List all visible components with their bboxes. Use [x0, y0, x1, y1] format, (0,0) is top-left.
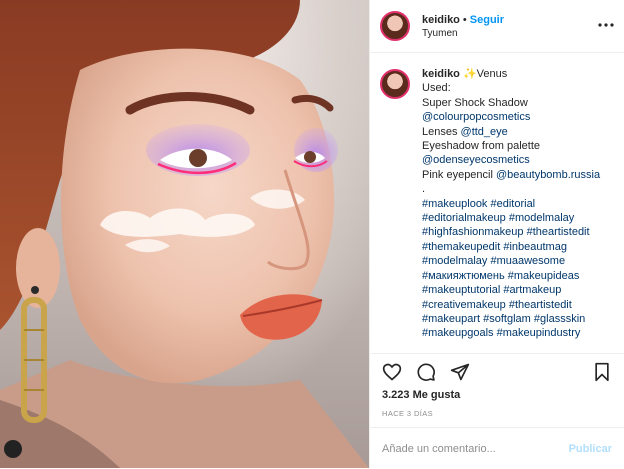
caption-body: keidiko ✨Venus Used: Super Shock Shadow … — [422, 67, 614, 341]
hashtag-line[interactable]: #themakeupedit #inbeautmag — [422, 240, 614, 254]
separator-dot: • — [462, 13, 467, 26]
share-icon[interactable] — [450, 362, 470, 382]
hashtag-line[interactable]: #highfashionmakeup #theartistedit — [422, 225, 614, 239]
publish-button[interactable]: Publicar — [569, 443, 612, 455]
comment-input[interactable]: Añade un comentario... — [382, 443, 569, 455]
caption-line: Lenses @ttd_eye — [422, 125, 508, 138]
caption-username[interactable]: keidiko — [422, 68, 460, 80]
follow-button[interactable]: Seguir — [470, 14, 504, 26]
caption-line: Used: — [422, 82, 451, 95]
mention-link[interactable]: @beautybomb.russia — [496, 169, 600, 181]
portrait-illustration — [0, 0, 369, 468]
hashtag-line[interactable]: #makeupart #softglam #glassskin — [422, 312, 614, 326]
comment-bar: Añade un comentario... Publicar — [370, 427, 624, 469]
hashtag-line[interactable]: #makeuptutorial #artmakeup — [422, 283, 614, 297]
caption: keidiko ✨Venus Used: Super Shock Shadow … — [370, 53, 624, 341]
hashtag-line[interactable]: #modelmalay #muaawesome — [422, 254, 614, 268]
mention-link[interactable]: @colourpopcosmetics — [422, 110, 614, 124]
caption-first-text: Venus — [476, 68, 508, 80]
post-photo[interactable] — [0, 0, 369, 468]
hashtag-line[interactable]: #creativemakeup #theartistedit — [422, 298, 614, 312]
caption-first-line: keidiko ✨Venus — [422, 67, 614, 81]
hashtag-line[interactable]: #editorialmakeup #modelmalay — [422, 211, 614, 225]
heart-icon[interactable] — [382, 362, 402, 382]
like-count[interactable]: 3.223 Me gusta — [382, 389, 460, 401]
sparkle-icon: ✨ — [462, 68, 477, 80]
header-names: keidiko • Seguir Tyumen — [422, 12, 504, 41]
caption-line: Super Shock Shadow — [422, 96, 528, 109]
caption-avatar[interactable] — [380, 69, 410, 99]
mention-link[interactable]: @ttd_eye — [461, 126, 508, 138]
post-timestamp[interactable]: HACE 3 DÍAS — [382, 409, 433, 418]
caption-line: Eyeshadow from palette — [422, 140, 541, 153]
tag-people-icon[interactable] — [4, 440, 22, 458]
more-icon[interactable] — [595, 14, 617, 36]
post-header: keidiko • Seguir Tyumen — [370, 0, 624, 53]
hashtag-line[interactable]: #makeuplook #editorial — [422, 197, 614, 211]
action-bar — [370, 353, 624, 390]
hashtag-line[interactable]: #макияжтюмень #makeupideas — [422, 269, 614, 283]
comment-icon[interactable] — [416, 362, 436, 382]
username-link[interactable]: keidiko — [422, 14, 460, 26]
caption-line: . — [422, 183, 426, 196]
bookmark-icon[interactable] — [592, 362, 612, 382]
avatar[interactable] — [380, 11, 410, 41]
mention-link[interactable]: @odenseyecosmetics — [422, 153, 614, 167]
instagram-post: keidiko • Seguir Tyumen keidiko ✨Venus Use… — [0, 0, 624, 468]
hashtag-line[interactable]: #makeupgoals #makeupindustry — [422, 326, 614, 340]
post-side-panel: keidiko • Seguir Tyumen keidiko ✨Venus Use… — [369, 0, 624, 468]
location-link[interactable]: Tyumen — [422, 27, 504, 41]
caption-line: Pink eyepencil @beautybomb.russia — [422, 168, 601, 181]
